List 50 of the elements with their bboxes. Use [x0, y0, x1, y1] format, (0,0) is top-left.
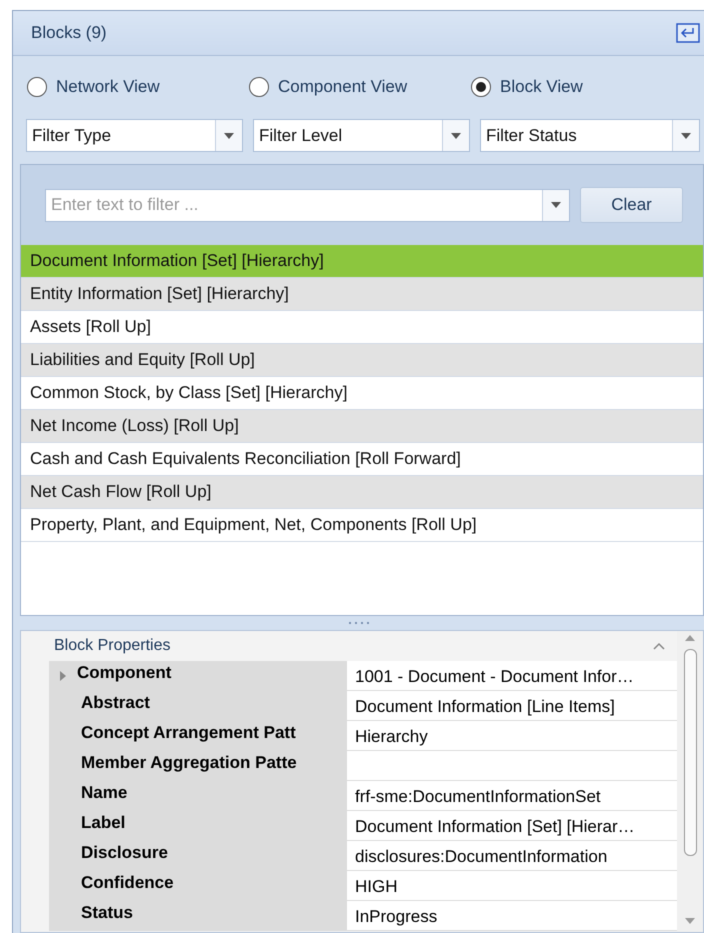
radio-circle[interactable] [249, 77, 269, 97]
property-value[interactable]: HIGH [346, 871, 677, 900]
dropdown-arrow-icon [224, 132, 234, 138]
property-name: Member Aggregation Patte [81, 752, 297, 773]
block-row[interactable]: Net Cash Flow [Roll Up] [21, 476, 703, 509]
filter-dropdown[interactable]: Filter Status [480, 119, 700, 152]
property-name: Confidence [81, 872, 174, 893]
scroll-thumb[interactable] [684, 649, 696, 856]
filter-value: Filter Type [31, 125, 112, 147]
filter-value: Filter Level [258, 125, 344, 147]
radio-label: Network View [56, 77, 160, 97]
property-value[interactable]: InProgress [346, 901, 677, 930]
filter-value: Filter Status [485, 125, 578, 147]
property-name: Component [77, 662, 172, 683]
radio-circle[interactable] [471, 77, 491, 97]
property-name: Label [81, 812, 126, 833]
property-value[interactable]: 1001 - Document - Document Infor… [346, 661, 677, 690]
splitter-grip-icon[interactable] [346, 621, 370, 625]
block-row[interactable]: Document Information [Set] [Hierarchy] [21, 245, 703, 278]
radio-label: Block View [500, 77, 583, 97]
property-value[interactable]: Hierarchy [346, 721, 677, 750]
dropdown-arrow-icon [681, 132, 691, 138]
property-value[interactable]: frf-sme:DocumentInformationSet [346, 781, 677, 810]
filter-dropdown[interactable]: Filter Level [253, 119, 470, 152]
block-row[interactable]: Net Income (Loss) [Roll Up] [21, 410, 703, 443]
panel-title: Blocks (9) [31, 23, 107, 43]
dock-icon[interactable] [676, 23, 700, 43]
scroll-up-icon[interactable] [685, 635, 695, 641]
collapse-icon[interactable] [653, 642, 665, 650]
clear-button[interactable]: Clear [580, 187, 683, 223]
dropdown-arrow-icon [451, 132, 461, 138]
radio-label: Component View [278, 77, 408, 97]
property-name: Name [81, 782, 128, 803]
scroll-down-icon[interactable] [685, 918, 695, 924]
property-name: Disclosure [81, 842, 168, 863]
block-row[interactable]: Liabilities and Equity [Roll Up] [21, 344, 703, 377]
dropdown-arrow-icon [551, 202, 561, 208]
properties-title: Block Properties [54, 637, 170, 655]
view-radio[interactable]: Block View [471, 77, 693, 97]
property-name: Status [81, 902, 133, 923]
view-radio[interactable]: Component View [249, 77, 471, 97]
property-value[interactable]: disclosures:DocumentInformation [346, 841, 677, 870]
property-name: Concept Arrangement Patt [81, 722, 296, 743]
property-value[interactable]: Document Information [Set] [Hierar… [346, 811, 677, 840]
radio-circle[interactable] [27, 77, 47, 97]
view-radio[interactable]: Network View [27, 77, 249, 97]
property-name: Abstract [81, 692, 150, 713]
property-value[interactable]: Document Information [Line Items] [346, 691, 677, 720]
filter-dropdown[interactable]: Filter Type [26, 119, 243, 152]
block-row[interactable]: Entity Information [Set] [Hierarchy] [21, 278, 703, 311]
